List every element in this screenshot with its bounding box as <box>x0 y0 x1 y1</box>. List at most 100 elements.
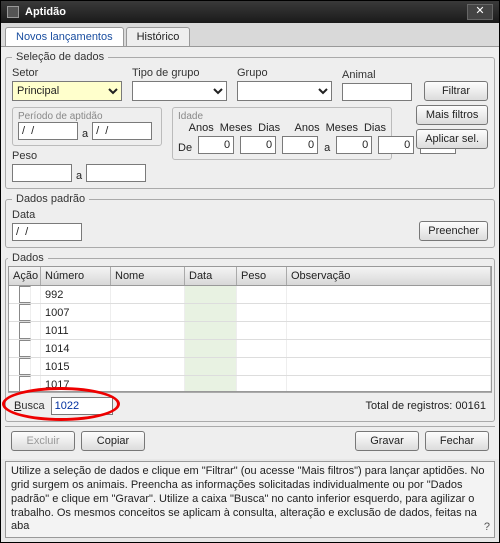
cell-obs[interactable] <box>287 358 491 375</box>
data-padrao-input[interactable] <box>12 223 82 241</box>
table-row[interactable]: 1011 <box>9 322 491 340</box>
app-icon <box>7 6 19 18</box>
cell-numero: 1007 <box>41 304 111 321</box>
tab-bar: Novos lançamentos Histórico <box>1 23 499 47</box>
idade-anos2-label: Anos <box>295 122 320 134</box>
grid-body[interactable]: 9921007101110141015101710191022102310241… <box>8 286 492 392</box>
table-row[interactable]: 1014 <box>9 340 491 358</box>
cell-nome <box>111 286 185 303</box>
close-icon[interactable]: ✕ <box>467 4 493 20</box>
tipogrupo-select[interactable] <box>132 81 227 101</box>
periodo-sep: a <box>82 128 88 140</box>
idade-de-anos[interactable] <box>198 136 234 154</box>
cell-obs[interactable] <box>287 340 491 357</box>
grid-footer: BBuscausca Total de registros: 00161 <box>8 392 492 419</box>
row-checkbox[interactable] <box>19 304 31 321</box>
row-checkbox[interactable] <box>19 376 31 392</box>
cell-peso[interactable] <box>237 376 287 392</box>
peso-label: Peso <box>12 150 146 162</box>
cell-data[interactable] <box>185 376 237 392</box>
filtrar-button[interactable]: Filtrar <box>424 81 488 101</box>
idade-a-anos[interactable] <box>336 136 372 154</box>
col-peso[interactable]: Peso <box>237 267 287 285</box>
table-row[interactable]: 1017 <box>9 376 491 392</box>
periodo-ate-input[interactable] <box>92 122 152 140</box>
table-row[interactable]: 1015 <box>9 358 491 376</box>
col-numero[interactable]: Número <box>41 267 111 285</box>
cell-data[interactable] <box>185 286 237 303</box>
row-checkbox[interactable] <box>19 340 31 357</box>
window-title: Aptidão <box>25 6 66 18</box>
idade-de-meses[interactable] <box>240 136 276 154</box>
cell-peso[interactable] <box>237 322 287 339</box>
cell-data[interactable] <box>185 340 237 357</box>
cell-data[interactable] <box>185 304 237 321</box>
cell-nome <box>111 340 185 357</box>
cell-peso[interactable] <box>237 286 287 303</box>
cell-peso[interactable] <box>237 340 287 357</box>
dados-padrao-legend: Dados padrão <box>12 193 89 205</box>
cell-numero: 992 <box>41 286 111 303</box>
bottom-button-bar: Excluir Copiar Gravar Fechar <box>5 426 495 455</box>
tab-historico[interactable]: Histórico <box>126 27 191 46</box>
grid-header: Ação Número Nome Data Peso Observação <box>8 266 492 286</box>
busca-label: BBuscausca <box>14 400 45 412</box>
help-text: Utilize a seleção de dados e clique em "… <box>5 461 495 538</box>
help-content: Utilize a seleção de dados e clique em "… <box>11 465 485 532</box>
fechar-button[interactable]: Fechar <box>425 431 489 451</box>
cell-obs[interactable] <box>287 304 491 321</box>
gravar-button[interactable]: Gravar <box>355 431 419 451</box>
selecao-legend: Seleção de dados <box>12 51 108 63</box>
col-obs[interactable]: Observação <box>287 267 491 285</box>
tipogrupo-label: Tipo de grupo <box>132 67 227 79</box>
help-icon[interactable]: ? <box>484 521 490 535</box>
idade-dias2-label: Dias <box>364 122 386 134</box>
table-row[interactable]: 992 <box>9 286 491 304</box>
peso-sep: a <box>76 170 82 182</box>
content-pane: Seleção de dados Setor Principal Tipo de… <box>1 47 499 459</box>
idade-meses-label: Meses <box>220 122 252 134</box>
excluir-button[interactable]: Excluir <box>11 431 75 451</box>
cell-obs[interactable] <box>287 322 491 339</box>
cell-data[interactable] <box>185 358 237 375</box>
col-acao[interactable]: Ação <box>9 267 41 285</box>
idade-anos-label: Anos <box>189 122 214 134</box>
col-nome[interactable]: Nome <box>111 267 185 285</box>
aplicarsel-button[interactable]: Aplicar sel. <box>416 129 488 149</box>
grupo-label: Grupo <box>237 67 332 79</box>
busca-input[interactable] <box>51 397 113 415</box>
idade-de-dias[interactable] <box>282 136 318 154</box>
cell-nome <box>111 322 185 339</box>
col-data[interactable]: Data <box>185 267 237 285</box>
idade-a-label: a <box>324 142 330 154</box>
setor-select[interactable]: Principal <box>12 81 122 101</box>
idade-dias-label: Dias <box>258 122 280 134</box>
row-checkbox[interactable] <box>19 358 31 375</box>
periodo-legend: Período de aptidão <box>18 111 156 122</box>
cell-nome <box>111 358 185 375</box>
row-checkbox[interactable] <box>19 322 31 339</box>
cell-obs[interactable] <box>287 286 491 303</box>
peso-ate-input[interactable] <box>86 164 146 182</box>
copiar-button[interactable]: Copiar <box>81 431 145 451</box>
cell-obs[interactable] <box>287 376 491 392</box>
cell-nome <box>111 304 185 321</box>
maisfiltros-button[interactable]: Mais filtros <box>416 105 488 125</box>
animal-label: Animal <box>342 69 412 81</box>
grupo-select[interactable] <box>237 81 332 101</box>
cell-nome <box>111 376 185 392</box>
cell-data[interactable] <box>185 322 237 339</box>
app-window: Aptidão ✕ Novos lançamentos Histórico Se… <box>0 0 500 543</box>
tab-novos-lancamentos[interactable]: Novos lançamentos <box>5 27 124 46</box>
periodo-de-input[interactable] <box>18 122 78 140</box>
peso-de-input[interactable] <box>12 164 72 182</box>
idade-a-meses[interactable] <box>378 136 414 154</box>
table-row[interactable]: 1007 <box>9 304 491 322</box>
row-checkbox[interactable] <box>19 286 31 303</box>
idade-legend: Idade <box>178 111 386 122</box>
animal-input[interactable] <box>342 83 412 101</box>
cell-peso[interactable] <box>237 304 287 321</box>
setor-label: Setor <box>12 67 122 79</box>
cell-peso[interactable] <box>237 358 287 375</box>
preencher-button[interactable]: Preencher <box>419 221 488 241</box>
